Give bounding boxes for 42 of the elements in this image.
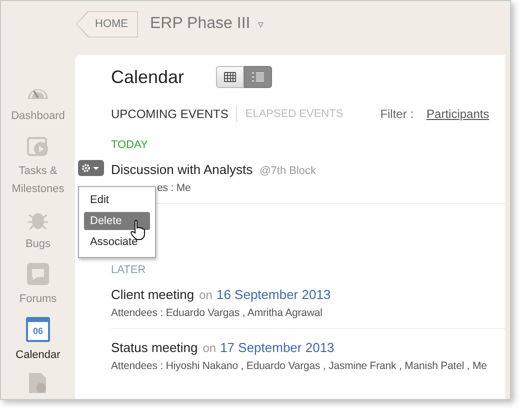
filter-label: Filter :: [380, 107, 414, 121]
gear-caret-icon: [81, 163, 101, 173]
event-date: 16 September 2013: [216, 287, 331, 302]
event-title[interactable]: Client meeting: [111, 287, 194, 302]
calendar-icon: 06: [26, 317, 50, 342]
menu-item[interactable]: Associate: [84, 233, 150, 251]
list-icon: [252, 72, 264, 82]
caret-icon[interactable]: ▿: [258, 18, 264, 30]
section-heading: TODAY: [111, 139, 149, 151]
sidebar-item[interactable]: Bugs: [2, 207, 74, 253]
event-date: 17 September 2013: [220, 340, 334, 355]
section-heading: LATER: [111, 264, 147, 276]
attendees-text: es : Me: [156, 182, 192, 194]
gear-menu-button[interactable]: [78, 160, 104, 176]
sidebar-label: Calendar: [16, 348, 60, 363]
participants-link[interactable]: Participants: [426, 107, 490, 121]
list-view-button[interactable]: [244, 66, 272, 88]
event-title[interactable]: Discussion with Analysts: [111, 162, 253, 177]
page-title: Calendar: [111, 66, 184, 88]
on-label: on: [202, 341, 216, 355]
event-title[interactable]: Status meeting: [111, 340, 198, 355]
attendees-text: Attendees : Hiyoshi Nakano , Eduardo Vargas , Jasmine Frank , Manish Patel , Me: [111, 360, 488, 372]
menu-item[interactable]: Delete: [84, 212, 150, 230]
sidebar-item[interactable]: Dashboard: [2, 83, 74, 125]
sidebar-item[interactable]: 06 Calendar: [2, 317, 74, 364]
grid-view-button[interactable]: [216, 66, 244, 88]
sidebar-item[interactable]: Forums: [2, 262, 74, 308]
menu-item[interactable]: Edit: [84, 191, 150, 209]
sidebar-item[interactable]: Tasks & Milestones: [2, 134, 74, 198]
calendar-play-icon: [26, 134, 50, 158]
sidebar-label: Forums: [19, 292, 57, 307]
sidebar-label: Bugs: [25, 237, 51, 252]
sidebar-label: Dashboard: [11, 109, 65, 124]
events-tab[interactable]: UPCOMING EVENTS: [111, 107, 228, 121]
home-button[interactable]: HOME: [76, 10, 138, 38]
project-title[interactable]: ERP Phase III: [150, 15, 250, 33]
grid-icon: [224, 72, 236, 82]
attendees-text: Attendees : Eduardo Vargas , Amritha Agrawal: [111, 307, 324, 319]
on-label: on: [199, 288, 212, 302]
sidebar-label: Tasks & Milestones: [12, 164, 64, 197]
chat-icon: [26, 262, 50, 286]
event-location: @7th Block: [260, 165, 316, 177]
